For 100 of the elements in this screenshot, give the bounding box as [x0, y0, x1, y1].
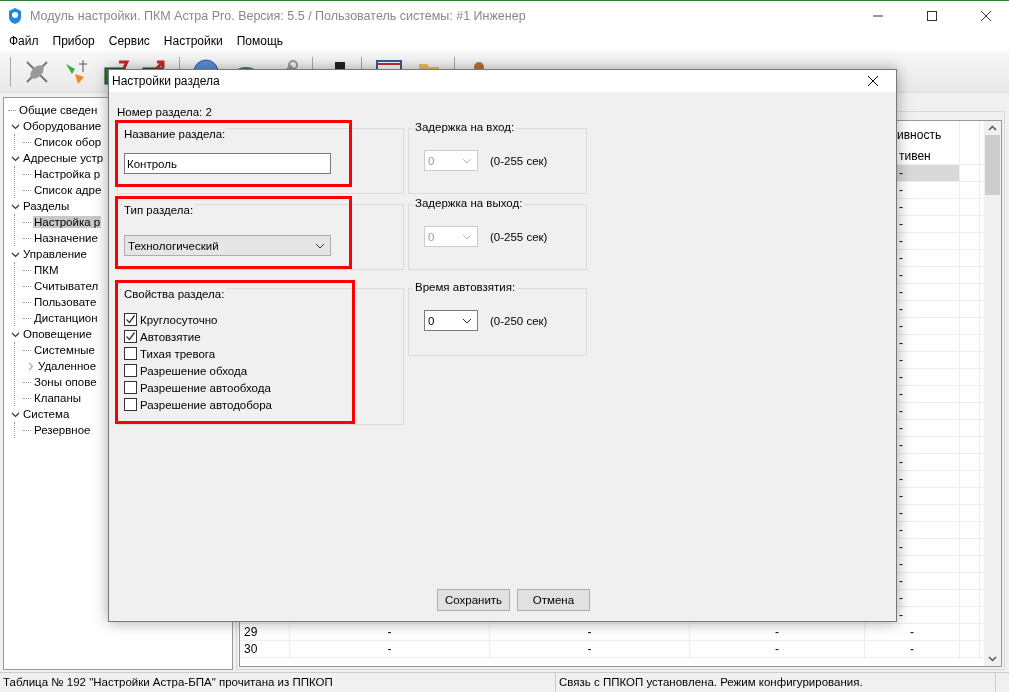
table-cell: - — [899, 455, 903, 469]
table-cell: - — [899, 387, 903, 401]
maximize-icon — [927, 11, 937, 21]
checkbox-label: Разрешение автодобора — [140, 398, 273, 411]
tree-item[interactable]: Разделы — [22, 200, 71, 212]
checkbox-label: Круглосуточно — [140, 313, 218, 326]
tree-item[interactable]: Удаленное — [37, 360, 98, 372]
checkbox[interactable] — [124, 330, 137, 343]
table-cell: - — [899, 370, 903, 384]
table-cell: - — [899, 353, 903, 367]
table-cell: - — [899, 506, 903, 520]
group-label: Тип раздела: — [122, 204, 196, 216]
table-cell: - — [899, 523, 903, 537]
tree-item[interactable]: Список обор — [33, 136, 103, 148]
status-text: Связь с ППКОП установлена. Режим конфигурирования. — [556, 673, 996, 692]
table-cell: - — [899, 472, 903, 486]
number-dropdown[interactable]: 0 — [424, 310, 478, 331]
group-label: Название раздела: — [122, 128, 228, 140]
window-title: Модуль настройки. ПКМ Астра Pro. Версия: 5.5 / Пользователь системы: #1 Инженер — [30, 9, 527, 23]
table-cell: - — [899, 574, 903, 588]
menu-item[interactable]: Настройки — [156, 34, 230, 48]
cancel-button[interactable]: Отмена — [517, 589, 590, 611]
table-cell: - — [910, 642, 914, 656]
table-cell: - — [899, 268, 903, 282]
table-cell: - — [899, 285, 903, 299]
close-icon — [981, 11, 991, 21]
vertical-scrollbar[interactable] — [984, 121, 1001, 666]
close-icon — [868, 76, 878, 86]
checkbox-label: Тихая тревога — [140, 347, 216, 360]
tree-item[interactable]: Общие сведен — [18, 104, 99, 116]
tree-item[interactable]: Адресные устр — [22, 152, 105, 164]
table-cell: - — [899, 166, 903, 180]
tree-item[interactable]: ПКМ — [33, 264, 60, 276]
table-cell: - — [775, 642, 779, 656]
table-cell: - — [899, 251, 903, 265]
tree-item[interactable]: Зоны опове — [33, 376, 98, 388]
table-cell: - — [387, 625, 392, 639]
checkbox-label: Автовзятие — [140, 330, 201, 343]
tree-item[interactable]: Настройка р — [33, 168, 102, 180]
menu-item[interactable]: Помощь — [229, 34, 291, 48]
group-label: Свойства раздела: — [122, 288, 227, 300]
table-cell: - — [899, 183, 903, 197]
tree-item[interactable]: Список адре — [33, 184, 103, 196]
tree-item[interactable]: Дистанцион — [33, 312, 99, 324]
scrollbar-thumb[interactable] — [985, 135, 1000, 195]
checkbox[interactable] — [124, 347, 137, 360]
table-cell: - — [899, 557, 903, 571]
table-cell: - — [910, 625, 914, 639]
table-cell: - — [899, 234, 903, 248]
column-header[interactable]: ивность — [897, 127, 942, 142]
tree-item[interactable]: Управление — [22, 248, 88, 260]
app-logo-icon — [8, 7, 22, 25]
table-cell: - — [899, 217, 903, 231]
tree-item[interactable]: Пользовате — [33, 296, 98, 308]
table-cell: - — [775, 625, 779, 639]
row-number: 30 — [244, 642, 258, 656]
range-hint: (0-255 сек) — [490, 230, 548, 243]
table-cell: тивен — [899, 149, 931, 163]
checkbox-label: Разрешение автообхода — [140, 381, 271, 394]
tree-item[interactable]: Система — [22, 408, 71, 420]
checkbox[interactable] — [124, 398, 137, 411]
input-field[interactable]: Контроль — [124, 153, 331, 174]
table-cell: - — [899, 404, 903, 418]
tree-item[interactable]: Системные — [33, 344, 96, 356]
table-cell: - — [899, 489, 903, 503]
section-number-label: Номер раздела: 2 — [117, 106, 213, 120]
table-cell: - — [899, 319, 903, 333]
group-label: Задержка на вход: — [413, 121, 517, 133]
tree-item[interactable]: Настройка р — [33, 216, 102, 228]
range-hint: (0-250 сек) — [490, 314, 548, 327]
table-cell: - — [899, 336, 903, 350]
tree-item[interactable]: Резервное — [33, 424, 92, 436]
tree-item[interactable]: Назначение — [33, 232, 99, 244]
table-cell: - — [899, 608, 903, 622]
range-hint: (0-255 сек) — [490, 154, 548, 167]
checkbox-label: Разрешение обхода — [140, 364, 248, 377]
table-cell: - — [587, 625, 592, 639]
table-cell: - — [587, 642, 592, 656]
table-cell: - — [899, 591, 903, 605]
checkbox[interactable] — [124, 381, 137, 394]
tree-item[interactable]: Клапаны — [33, 392, 83, 404]
menu-item[interactable]: Файл — [2, 34, 46, 48]
row-number: 29 — [244, 625, 258, 639]
table-cell: - — [899, 302, 903, 316]
table-cell: - — [387, 642, 392, 656]
dropdown-field[interactable]: Технологический — [124, 235, 331, 256]
tree-item[interactable]: Оборудование — [22, 120, 103, 132]
table-cell: - — [899, 438, 903, 452]
group-label: Время автовзятия: — [413, 281, 518, 293]
tree-item[interactable]: Считывател — [33, 280, 100, 292]
save-button[interactable]: Сохранить — [437, 589, 510, 611]
checkbox[interactable] — [124, 313, 137, 326]
menu-item[interactable]: Сервис — [101, 34, 157, 48]
menu-item[interactable]: Прибор — [45, 34, 102, 48]
checkbox[interactable] — [124, 364, 137, 377]
table-cell: - — [899, 200, 903, 214]
group-label: Задержка на выход: — [413, 197, 525, 209]
dialog-title: Настройки раздела — [112, 74, 220, 88]
tree-item[interactable]: Оповещение — [22, 328, 93, 340]
table-cell: - — [899, 421, 903, 435]
